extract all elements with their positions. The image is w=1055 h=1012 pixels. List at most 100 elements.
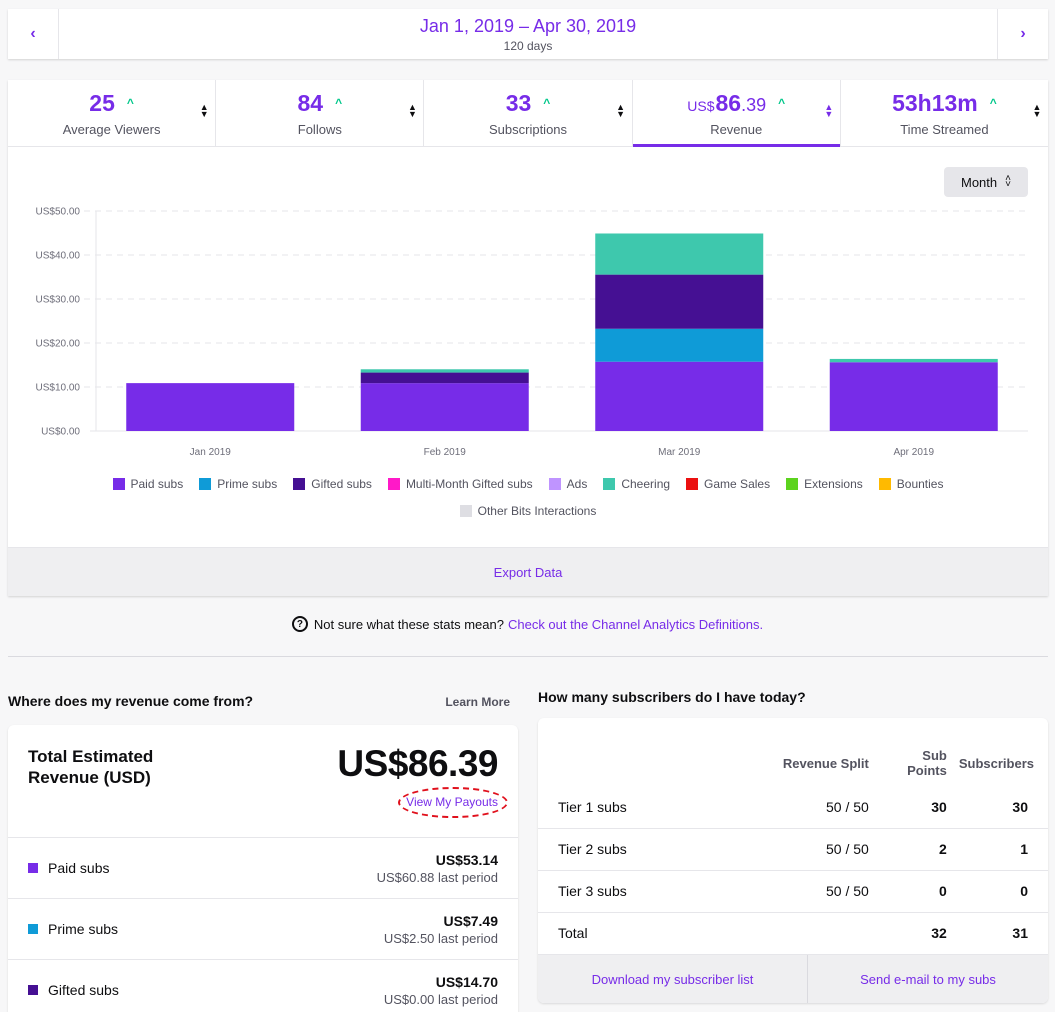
legend-item[interactable]: Game Sales [686,476,770,492]
subscribers-table: Revenue Split Sub Points Subscribers Tie… [538,748,1048,954]
legend-item[interactable]: Cheering [603,476,670,492]
download-subscriber-list-button[interactable]: Download my subscriber list [538,955,808,1003]
tab-average-viewers[interactable]: 25 ^ Average Viewers ▲ ▼ [8,80,217,146]
revenue-row: Paid subs US$53.14 US$60.88 last period [8,837,518,898]
tab-subscriptions[interactable]: 33 ^ Subscriptions ▲ ▼ [424,80,633,146]
x-tick-label: Apr 2019 [893,447,934,458]
tier-name: Total [558,925,588,942]
legend-item[interactable]: Bounties [878,476,943,492]
revenue-row-amount: US$53.14 [435,851,498,868]
legend-item[interactable]: Paid subs [112,476,183,492]
legend-item[interactable]: Other Bits Interactions [459,503,597,519]
legend-label: Other Bits Interactions [477,504,597,518]
bar-segment-gifted-subs [595,274,764,329]
revenue-split: 50 / 50 [730,786,881,829]
date-range-display[interactable]: Jan 1, 2019 – Apr 30, 2019 120 days [59,9,997,59]
bar-segment-paid-subs [829,362,998,431]
bar-segment-prime-subs [595,328,764,362]
view-payouts-link[interactable]: View My Payouts [398,787,508,818]
sub-points: 2 [880,828,959,871]
table-header-row: Revenue Split Sub Points Subscribers [538,748,1048,786]
section-divider [8,656,1048,657]
revenue-total: US$86.39 [337,743,498,784]
legend-label: Cheering [621,477,671,491]
tab-revenue[interactable]: US$ 86.39 ^ Revenue ▲ ▼ [632,80,841,147]
stat-label: Time Streamed [900,121,989,137]
revenue-row-label: Paid subs [48,860,110,876]
legend-swatch [293,478,306,490]
sort-icon[interactable]: ▲ ▼ [616,103,626,120]
trend-up-icon: ^ [126,95,134,110]
paid-subs-swatch [28,863,38,873]
legend-label: Gifted subs [311,477,372,491]
legend-item[interactable]: Prime subs [199,476,277,492]
chevron-left-icon: ‹ [30,25,36,42]
tab-follows[interactable]: 84 ^ Follows ▲ ▼ [216,80,425,146]
stat-tabs: 25 ^ Average Viewers ▲ ▼ 84 ^ Follows ▲ ▼ 33… [8,80,1048,147]
stat-currency: US$ [687,97,715,114]
legend-label: Multi-Month Gifted subs [405,477,533,491]
sort-icon[interactable]: ▲ ▼ [1032,103,1042,120]
bar-segment-cheering [829,358,998,363]
previous-range-button[interactable]: ‹ [8,9,59,59]
legend-swatch [199,478,212,490]
tier-name: Tier 1 subs [538,786,731,829]
legend-swatch [112,478,125,490]
revenue-row-last-period: US$0.00 last period [383,991,498,1007]
sort-icon[interactable]: ▲ ▼ [824,103,834,120]
legend-item[interactable]: Extensions [786,476,863,492]
legend-item[interactable]: Gifted subs [293,476,372,492]
revenue-source-header: Where does my revenue come from? Learn M… [8,693,518,709]
export-data-button[interactable]: Export Data [8,547,1048,596]
sub-points: 32 [931,925,947,942]
chart-legend: Paid subs Prime subs Gifted subs Multi-Mont… [8,476,1048,519]
email-subs-button[interactable]: Send e-mail to my subs [808,955,1048,1003]
date-range-days: 120 days [503,39,553,53]
bar-segment-gifted-subs [360,372,529,384]
legend-swatch [786,478,799,490]
stat-decimal: .39 [741,94,767,115]
legend-swatch [878,478,891,490]
subscriber-count: 30 [958,786,1048,829]
y-tick-label: US$50.00 [36,207,81,218]
gifted-subs-swatch [28,985,38,995]
legend-label: Game Sales [704,477,771,491]
stat-label: Follows [297,121,342,137]
next-range-button[interactable]: › [997,9,1048,59]
legend-item[interactable]: Ads [548,476,588,492]
subscriber-count: 31 [1012,925,1028,942]
stats-card: 25 ^ Average Viewers ▲ ▼ 84 ^ Follows ▲ ▼ 33… [8,80,1048,596]
column-header-revenue-split: Revenue Split [782,755,869,771]
help-line: ? Not sure what these stats mean? Check … [0,616,1055,632]
tier-name: Tier 2 subs [538,828,731,871]
legend-label: Extensions [804,477,863,491]
sort-icon[interactable]: ▲ ▼ [407,103,417,120]
revenue-row-label: Gifted subs [48,982,119,998]
interval-select[interactable]: Month ˄ ˅ [944,167,1028,197]
bar-segment-paid-subs [595,361,764,431]
y-tick-label: US$30.00 [36,295,81,306]
legend-item[interactable]: Multi-Month Gifted subs [387,476,533,492]
legend-swatch [686,478,699,490]
stat-value: 25 [89,89,115,116]
subscribers-question: How many subscribers do I have today? [538,689,806,705]
stat-value: 33 [505,89,532,116]
analytics-definitions-link[interactable]: Check out the Channel Analytics Definiti… [508,617,763,632]
sub-points: 30 [880,786,959,829]
revenue-split: 50 / 50 [730,870,881,913]
legend-label: Ads [566,477,588,491]
legend-label: Prime subs [217,477,278,491]
column-header [538,748,731,786]
tier-name: Tier 3 subs [538,870,731,913]
stat-label: Subscriptions [488,121,568,137]
revenue-row: Prime subs US$7.49 US$2.50 last period [8,898,518,959]
legend-swatch [459,505,472,517]
learn-more-link[interactable]: Learn More [445,695,510,709]
sort-icon[interactable]: ▲ ▼ [199,103,209,120]
x-tick-label: Feb 2019 [424,447,467,458]
stat-value: 86 [715,89,742,116]
legend-swatch [548,478,561,490]
stat-label: Average Viewers [62,121,161,137]
tab-time-streamed[interactable]: 53h13m ^ Time Streamed ▲ ▼ [841,80,1048,146]
revenue-row: Gifted subs US$14.70 US$0.00 last period [8,959,518,1012]
